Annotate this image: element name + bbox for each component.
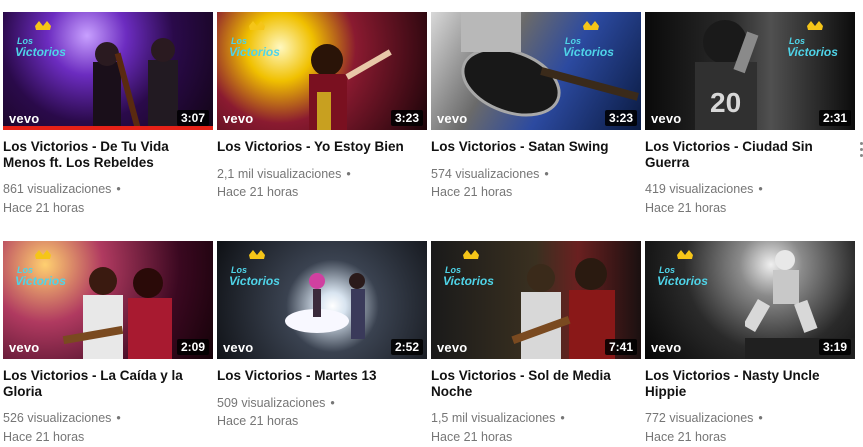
svg-text:Victorios: Victorios <box>657 274 708 288</box>
video-age: Hace 21 horas <box>3 201 85 215</box>
video-thumbnail[interactable]: Los Victorios vevo 3:23 <box>217 12 427 130</box>
video-title[interactable]: Los Victorios - La Caída y la Gloria <box>3 368 203 400</box>
vevo-logo: vevo <box>9 340 40 355</box>
svg-text:Victorios: Victorios <box>15 45 66 59</box>
video-duration: 3:23 <box>604 110 637 126</box>
vevo-logo: vevo <box>437 111 468 126</box>
vevo-logo: vevo <box>437 340 468 355</box>
video-duration: 3:07 <box>176 110 209 126</box>
video-duration: 2:09 <box>176 339 209 355</box>
video-title[interactable]: Los Victorios - Ciudad Sin Guerra <box>645 139 845 171</box>
more-actions-icon[interactable] <box>857 142 863 160</box>
los-victorios-logo: Los Victorios <box>227 249 287 289</box>
vevo-logo: vevo <box>223 111 254 126</box>
video-views: 772 visualizaciones • <box>645 411 763 425</box>
video-thumbnail[interactable]: Los Victorios vevo 3:19 <box>645 241 855 359</box>
video-thumbnail[interactable]: Los Victorios vevo 7:41 <box>431 241 641 359</box>
video-views: 419 visualizaciones • <box>645 182 763 196</box>
video-title[interactable]: Los Victorios - De Tu Vida Menos ft. Los… <box>3 139 203 171</box>
video-title[interactable]: Los Victorios - Yo Estoy Bien <box>217 139 417 155</box>
video-views: 509 visualizaciones • <box>217 396 335 410</box>
los-victorios-logo: Los Victorios <box>441 249 501 289</box>
vevo-logo: vevo <box>223 340 254 355</box>
svg-text:Victorios: Victorios <box>443 274 494 288</box>
los-victorios-logo: Los Victorios <box>785 20 845 60</box>
video-age: Hace 21 horas <box>431 185 513 199</box>
los-victorios-logo: Los Victorios <box>227 20 287 60</box>
video-age: Hace 21 horas <box>645 201 727 215</box>
video-title[interactable]: Los Victorios - Satan Swing <box>431 139 631 155</box>
svg-text:Victorios: Victorios <box>787 45 838 59</box>
video-views: 526 visualizaciones • <box>3 411 121 425</box>
video-age: Hace 21 horas <box>645 430 727 444</box>
los-victorios-logo: Los Victorios <box>561 20 621 60</box>
video-views: 861 visualizaciones • <box>3 182 121 196</box>
vevo-logo: vevo <box>9 111 40 126</box>
los-victorios-logo: Los Victorios <box>13 20 73 60</box>
svg-text:Victorios: Victorios <box>563 45 614 59</box>
singer-illustration: 20 <box>695 20 759 130</box>
video-age: Hace 21 horas <box>431 430 513 444</box>
svg-text:20: 20 <box>710 87 741 118</box>
video-age: Hace 21 horas <box>217 185 299 199</box>
vevo-logo: vevo <box>651 340 682 355</box>
video-title[interactable]: Los Victorios - Nasty Uncle Hippie <box>645 368 845 400</box>
video-duration: 3:19 <box>818 339 851 355</box>
video-grid: Los Victorios vevo 3:07 Los Victorios - D… <box>0 0 863 447</box>
video-thumbnail[interactable]: Los Victorios vevo 2:52 <box>217 241 427 359</box>
los-victorios-logo: Los Victorios <box>655 249 715 289</box>
video-title[interactable]: Los Victorios - Sol de Media Noche <box>431 368 631 400</box>
video-views: 2,1 mil visualizaciones • <box>217 167 351 181</box>
video-thumbnail[interactable]: Los Victorios vevo 3:23 <box>431 12 641 130</box>
video-duration: 3:23 <box>390 110 423 126</box>
video-views: 574 visualizaciones • <box>431 167 549 181</box>
vevo-logo: vevo <box>651 111 682 126</box>
video-thumbnail[interactable]: 20 Los Victorios vevo 2:31 <box>645 12 855 130</box>
video-thumbnail[interactable]: Los Victorios vevo 3:07 <box>3 12 213 130</box>
video-title[interactable]: Los Victorios - Martes 13 <box>217 368 417 384</box>
video-duration: 2:52 <box>390 339 423 355</box>
svg-text:Victorios: Victorios <box>15 274 66 288</box>
video-age: Hace 21 horas <box>3 430 85 444</box>
los-victorios-logo: Los Victorios <box>13 249 73 289</box>
video-views: 1,5 mil visualizaciones • <box>431 411 565 425</box>
video-duration: 7:41 <box>604 339 637 355</box>
svg-text:Victorios: Victorios <box>229 274 280 288</box>
video-thumbnail[interactable]: Los Victorios vevo 2:09 <box>3 241 213 359</box>
watch-progress-bar <box>3 126 213 130</box>
svg-text:Victorios: Victorios <box>229 45 280 59</box>
video-duration: 2:31 <box>818 110 851 126</box>
video-age: Hace 21 horas <box>217 414 299 428</box>
